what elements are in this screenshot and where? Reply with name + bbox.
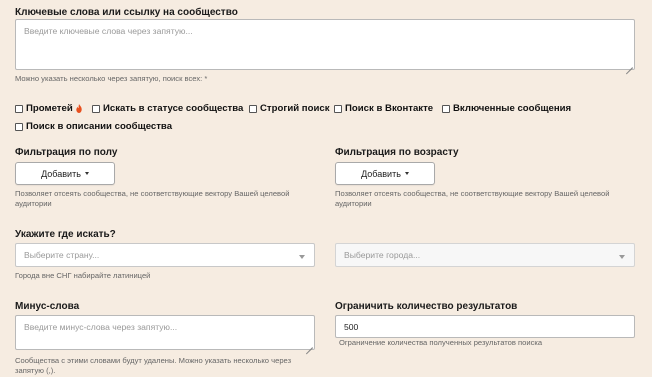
checkbox-label: Включенные сообщения (453, 103, 572, 114)
resize-grip-icon[interactable] (305, 340, 313, 348)
minus-words-label: Минус-слова (15, 301, 80, 312)
limit-label: Ограничить количество результатов (335, 301, 518, 312)
checkbox-search-vk[interactable]: Поиск в Вконтакте (334, 103, 433, 114)
add-age-button[interactable]: Добавить (335, 162, 435, 185)
gender-filter-label: Фильтрация по полу (15, 147, 118, 158)
checkbox-box[interactable] (334, 104, 342, 113)
checkbox-messages-enabled[interactable]: Включенные сообщения (442, 103, 571, 114)
country-select-placeholder: Выберите страну... (24, 250, 100, 260)
checkbox-prometheus[interactable]: Прометей (15, 103, 87, 114)
keywords-placeholder: Введите ключевые слова через запятую... (24, 26, 193, 36)
add-gender-button[interactable]: Добавить (15, 162, 115, 185)
limit-input[interactable]: 500 (335, 315, 635, 338)
location-label: Укажите где искать? (15, 229, 116, 240)
keywords-label: Ключевые слова или ссылку на сообщество (15, 7, 238, 18)
checkbox-box[interactable] (442, 104, 450, 113)
caret-down-icon (84, 172, 89, 175)
checkbox-box[interactable] (15, 122, 23, 131)
add-age-button-label: Добавить (361, 168, 401, 179)
gender-filter-help: Позволяет отсеять сообщества, не соответ… (15, 189, 290, 208)
limit-help: Ограничение количества полученных резуль… (339, 338, 543, 347)
minus-words-textarea[interactable]: Введите минус-слова через запятую... (15, 315, 315, 350)
limit-value: 500 (344, 321, 359, 332)
checkbox-label: Поиск в Вконтакте (345, 103, 434, 114)
location-help: Города вне СНГ набирайте латиницей (15, 271, 151, 280)
checkbox-box[interactable] (15, 104, 23, 113)
city-select-placeholder: Выберите города... (344, 250, 421, 260)
checkbox-label: Искать в статусе сообщества (103, 103, 244, 114)
checkbox-strict-search[interactable]: Строгий поиск (249, 103, 330, 114)
minus-words-help: Сообщества с этими словами будут удалены… (15, 356, 292, 375)
checkbox-search-description[interactable]: Поиск в описании сообщества (15, 121, 172, 132)
checkbox-label: Строгий поиск (260, 103, 330, 114)
age-filter-help: Позволяет отсеять сообщества, не соответ… (335, 189, 610, 208)
caret-down-icon (404, 172, 409, 175)
dropdown-arrow-icon (619, 255, 625, 259)
dropdown-arrow-icon (299, 255, 305, 259)
resize-grip-icon[interactable] (625, 60, 633, 68)
add-gender-button-label: Добавить (41, 168, 81, 179)
country-select[interactable]: Выберите страну... (15, 243, 315, 267)
checkbox-search-status[interactable]: Искать в статусе сообщества (92, 103, 243, 114)
checkbox-label: Прометей (26, 103, 73, 114)
checkbox-box[interactable] (92, 104, 100, 113)
checkbox-box[interactable] (249, 104, 257, 113)
keywords-textarea[interactable]: Введите ключевые слова через запятую... (15, 19, 635, 70)
minus-words-placeholder: Введите минус-слова через запятую... (24, 322, 178, 332)
age-filter-label: Фильтрация по возрасту (335, 147, 459, 158)
fire-icon (76, 104, 82, 113)
checkbox-label: Поиск в описании сообщества (26, 121, 173, 132)
keywords-help: Можно указать несколько через запятую, п… (15, 74, 208, 83)
city-select[interactable]: Выберите города... (335, 243, 635, 267)
